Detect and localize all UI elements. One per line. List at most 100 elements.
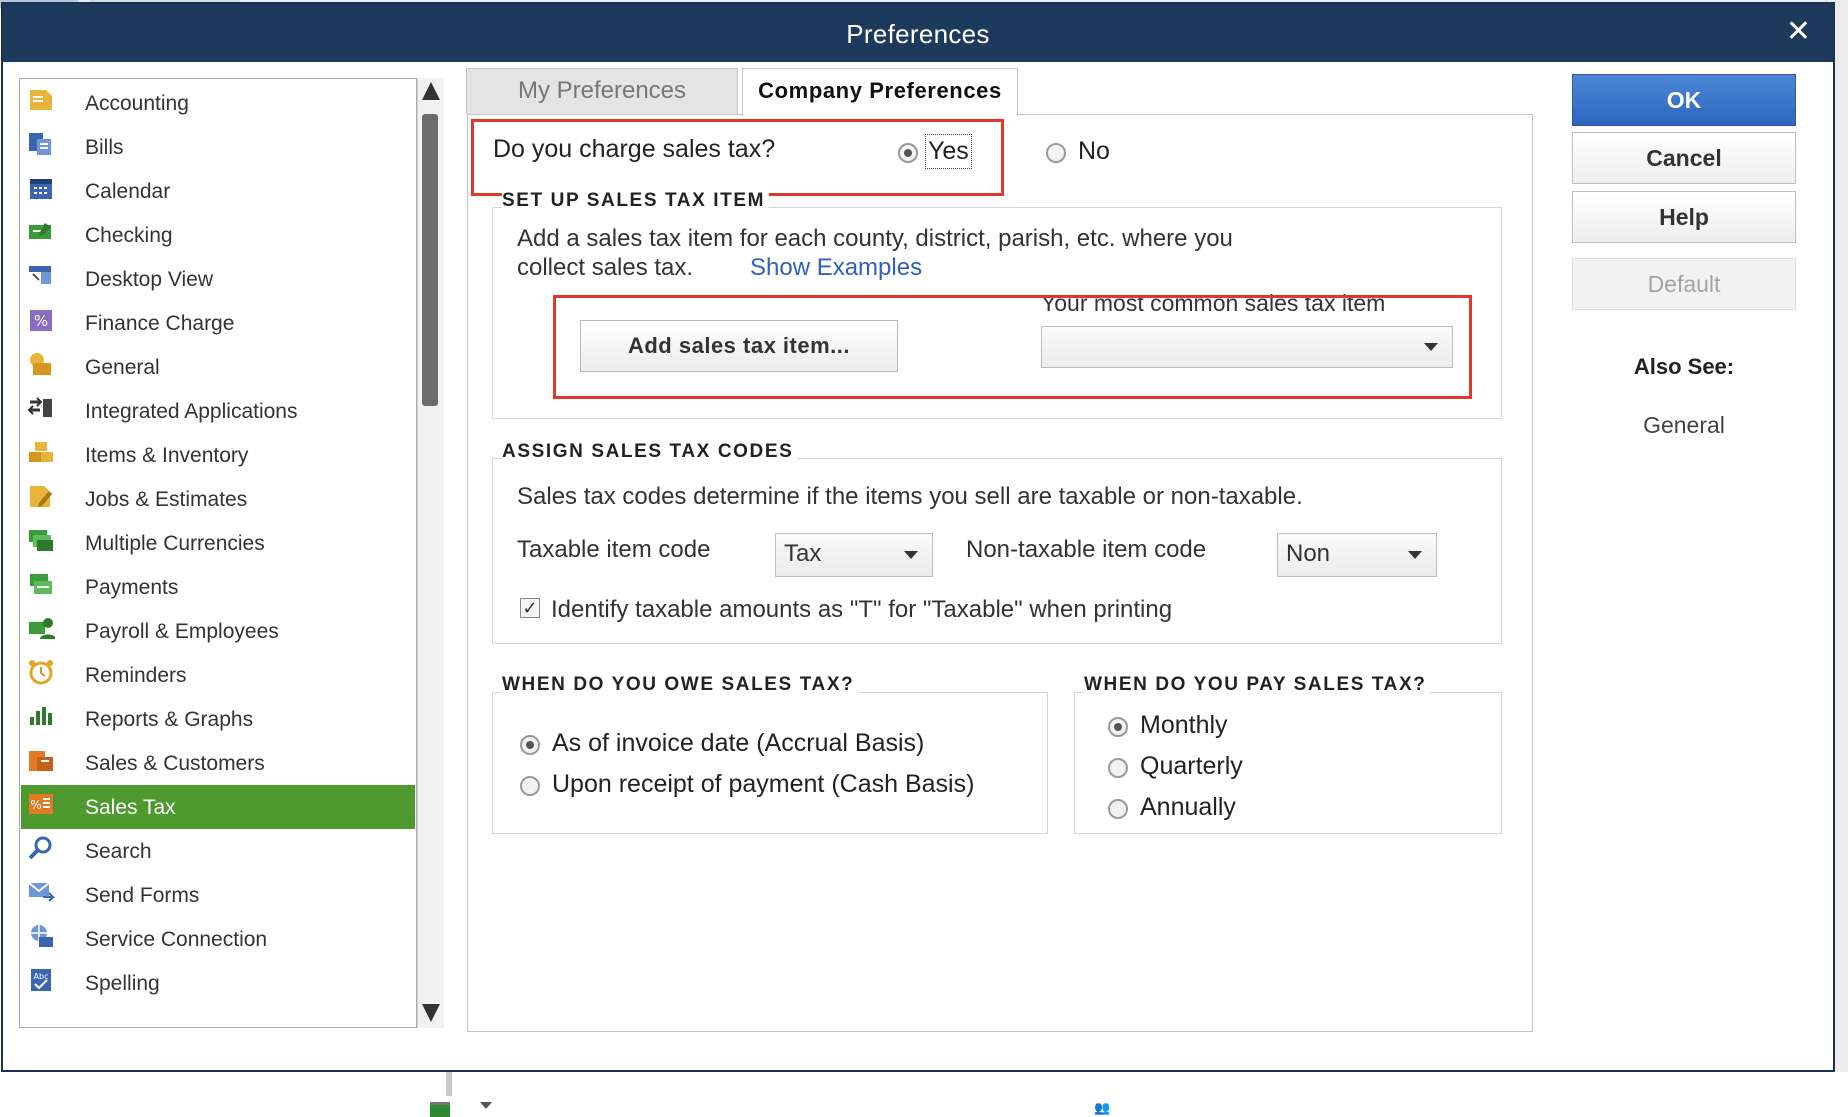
category-item-checking[interactable]: Checking [21,213,415,257]
category-label: Integrated Applications [85,400,298,423]
background-icon [430,1102,450,1117]
chevron-down-icon [1408,551,1422,559]
category-item-reports-graphs[interactable]: Reports & Graphs [21,697,415,741]
category-label: Multiple Currencies [85,532,265,555]
identify-taxable-checkbox[interactable]: ✓ [520,598,540,618]
jobs-estimates-icon [30,486,52,507]
non-taxable-item-code-value: Non [1286,540,1331,567]
preferences-category-list[interactable]: Accounting Bills Calendar Checking Deskt… [19,78,417,1028]
when-pay-sales-tax-heading: WHEN DO YOU PAY SALES TAX? [1084,674,1431,696]
category-label: Reminders [85,664,187,687]
accrual-basis-radio[interactable] [520,735,540,755]
when-owe-sales-tax-heading: WHEN DO YOU OWE SALES TAX? [502,674,859,696]
category-item-service-connection[interactable]: Service Connection [21,917,415,961]
category-label: General [85,356,160,379]
bills-icon [29,133,51,155]
non-taxable-item-code-dropdown[interactable]: Non [1277,533,1437,577]
scroll-down-icon[interactable] [422,1004,440,1022]
payments-icon [30,574,52,594]
window-title: Preferences [846,19,990,49]
taxable-item-code-value: Tax [784,540,822,567]
general-icon [30,353,51,375]
accrual-basis-label[interactable]: As of invoice date (Accrual Basis) [552,729,924,758]
quarterly-label[interactable]: Quarterly [1140,752,1243,781]
category-item-finance-charge[interactable]: % Finance Charge [21,301,415,345]
category-item-reminders[interactable]: Reminders [21,653,415,697]
show-examples-link[interactable]: Show Examples [750,254,922,282]
cash-basis-label[interactable]: Upon receipt of payment (Cash Basis) [552,770,974,799]
desktop-view-icon [29,266,51,284]
category-item-payments[interactable]: Payments [21,565,415,609]
category-item-desktop-view[interactable]: Desktop View [21,257,415,301]
default-button[interactable]: Default [1572,258,1796,310]
setup-description-line2: collect sales tax. [517,254,694,281]
category-item-jobs-estimates[interactable]: Jobs & Estimates [21,477,415,521]
category-item-general[interactable]: General [21,345,415,389]
scroll-up-icon[interactable] [422,82,440,100]
category-label: Send Forms [85,884,200,907]
payroll-employees-icon [29,618,55,639]
category-label: Jobs & Estimates [85,488,248,511]
category-item-integrated-applications[interactable]: Integrated Applications [21,389,415,433]
category-item-calendar[interactable]: Calendar [21,169,415,213]
category-label: Desktop View [85,268,214,291]
service-connection-icon [31,925,53,947]
chevron-down-icon [904,551,918,559]
monthly-label[interactable]: Monthly [1140,711,1228,740]
annually-radio[interactable] [1108,799,1128,819]
integrated-applications-icon [27,397,52,417]
send-forms-icon [28,882,55,902]
category-list-scrollbar[interactable] [417,78,444,1028]
multiple-currencies-icon [29,530,53,551]
charge-tax-no-label[interactable]: No [1078,137,1110,166]
quarterly-radio[interactable] [1108,758,1128,778]
close-icon[interactable]: ✕ [1786,14,1811,50]
category-item-sales-tax[interactable]: % Sales Tax [21,785,415,829]
tab-company-preferences[interactable]: Company Preferences [742,68,1018,116]
spelling-icon: Abc [31,969,51,991]
category-item-multiple-currencies[interactable]: Multiple Currencies [21,521,415,565]
cash-basis-radio[interactable] [520,776,540,796]
category-item-bills[interactable]: Bills [21,125,415,169]
accounting-icon [30,90,52,110]
checking-icon [29,223,51,239]
also-see-general-link[interactable]: General [1572,412,1796,439]
category-label: Checking [85,224,173,247]
category-label: Calendar [85,180,171,203]
category-label: Sales Tax [85,796,176,819]
help-button[interactable]: Help [1572,191,1796,243]
items-inventory-icon [29,442,53,462]
category-label: Payments [85,576,179,599]
background-dropdown-arrow-icon [480,1102,492,1109]
taxable-item-code-label: Taxable item code [517,536,711,563]
cancel-button[interactable]: Cancel [1572,132,1796,184]
category-label: Spelling [85,972,160,995]
identify-taxable-label[interactable]: Identify taxable amounts as "T" for "Tax… [551,596,1172,624]
category-item-send-forms[interactable]: Send Forms [21,873,415,917]
category-label: Service Connection [85,928,268,951]
non-taxable-item-code-label: Non-taxable item code [966,536,1207,563]
scroll-thumb[interactable] [422,114,438,406]
when-owe-sales-tax-group [492,692,1048,834]
category-item-items-inventory[interactable]: Items & Inventory [21,433,415,477]
category-item-spelling[interactable]: Abc Spelling [21,961,415,1005]
taxable-item-code-dropdown[interactable]: Tax [775,533,933,577]
category-item-payroll-employees[interactable]: Payroll & Employees [21,609,415,653]
category-item-accounting[interactable]: Accounting [21,81,415,125]
sales-customers-icon [29,751,53,771]
ok-button[interactable]: OK [1572,74,1796,126]
monthly-radio[interactable] [1108,717,1128,737]
category-label: Accounting [85,92,189,115]
charge-tax-no-radio[interactable] [1046,143,1066,163]
highlight-box-add-item [553,295,1472,399]
tab-my-preferences[interactable]: My Preferences [466,68,738,114]
annually-label[interactable]: Annually [1140,793,1236,822]
category-label: Bills [85,136,124,159]
title-bar: Preferences ✕ [3,4,1833,62]
category-label: Reports & Graphs [85,708,254,731]
category-item-search[interactable]: Search [21,829,415,873]
svg-text:%: % [34,312,48,330]
background-divider [446,1072,452,1096]
sales-tax-icon: % [29,794,53,814]
category-item-sales-customers[interactable]: Sales & Customers [21,741,415,785]
